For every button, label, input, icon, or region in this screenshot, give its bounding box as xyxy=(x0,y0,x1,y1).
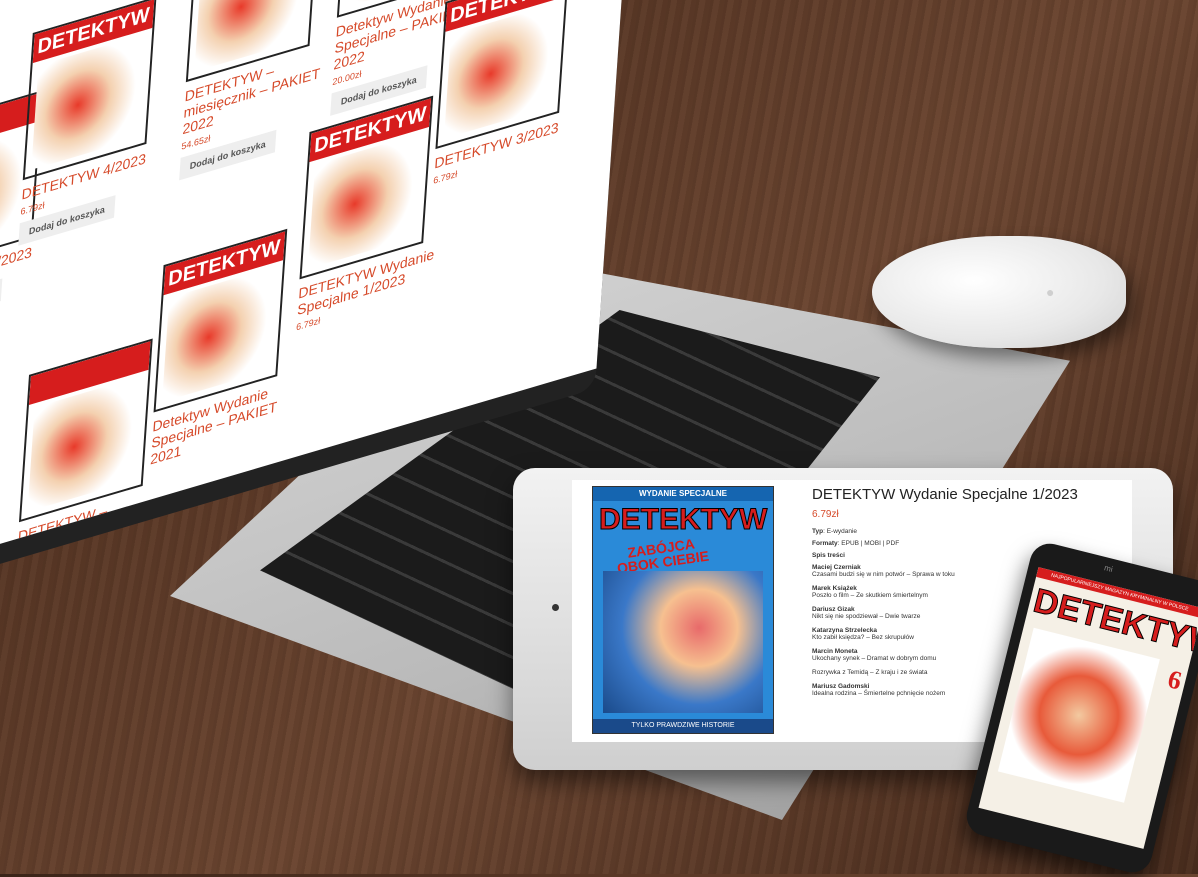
tablet-magazine-cover: WYDANIE SPECJALNE DETEKTYW ZABÓJCA OBOK … xyxy=(592,486,774,734)
type-label: Typ xyxy=(812,528,824,535)
product-price: 6.79zł xyxy=(812,509,839,520)
product-title: DETEKTYW Wydanie Specjalne 1/2023 xyxy=(812,486,1078,503)
cover-illustration xyxy=(603,571,763,713)
tablet-camera xyxy=(552,604,559,611)
product-card[interactable]: DETEKTYW DETEKTYW 4/2023 6.79zł Dodaj do ko… xyxy=(18,0,172,246)
type-value: : E-wydanie xyxy=(823,528,858,535)
formats-label: Formaty xyxy=(812,540,838,547)
phone-cover-issue-number: 6 xyxy=(1164,664,1185,696)
cover-masthead: DETEKTYW xyxy=(598,503,768,537)
product-card[interactable]: DETEKTYW Detektyw Wydanie Specjalne – PAK… xyxy=(149,224,303,472)
product-type: Typ: E-wydanie xyxy=(812,528,1122,535)
magic-mouse xyxy=(872,236,1126,348)
apple-logo-icon: ● xyxy=(1046,284,1055,300)
product-title[interactable]: DETEKTYW 5/2023 xyxy=(0,239,48,297)
add-to-cart-button[interactable]: Dodaj do koszyka xyxy=(0,278,3,330)
phone-brand: mi xyxy=(1103,563,1114,574)
cover-band: WYDANIE SPECJALNE xyxy=(593,487,773,501)
product-card[interactable]: DETEKTYW DETEKTYW 3/2023 6.79zł xyxy=(433,0,585,186)
product-formats: Formaty: EPUB | MOBI | PDF xyxy=(812,540,1122,547)
cover-footer: TYLKO PRAWDZIWE HISTORIE xyxy=(593,719,773,733)
formats-value: : EPUB | MOBI | PDF xyxy=(837,540,900,547)
phone-cover-illustration xyxy=(997,627,1160,803)
toc-label: Spis treści xyxy=(812,552,845,559)
